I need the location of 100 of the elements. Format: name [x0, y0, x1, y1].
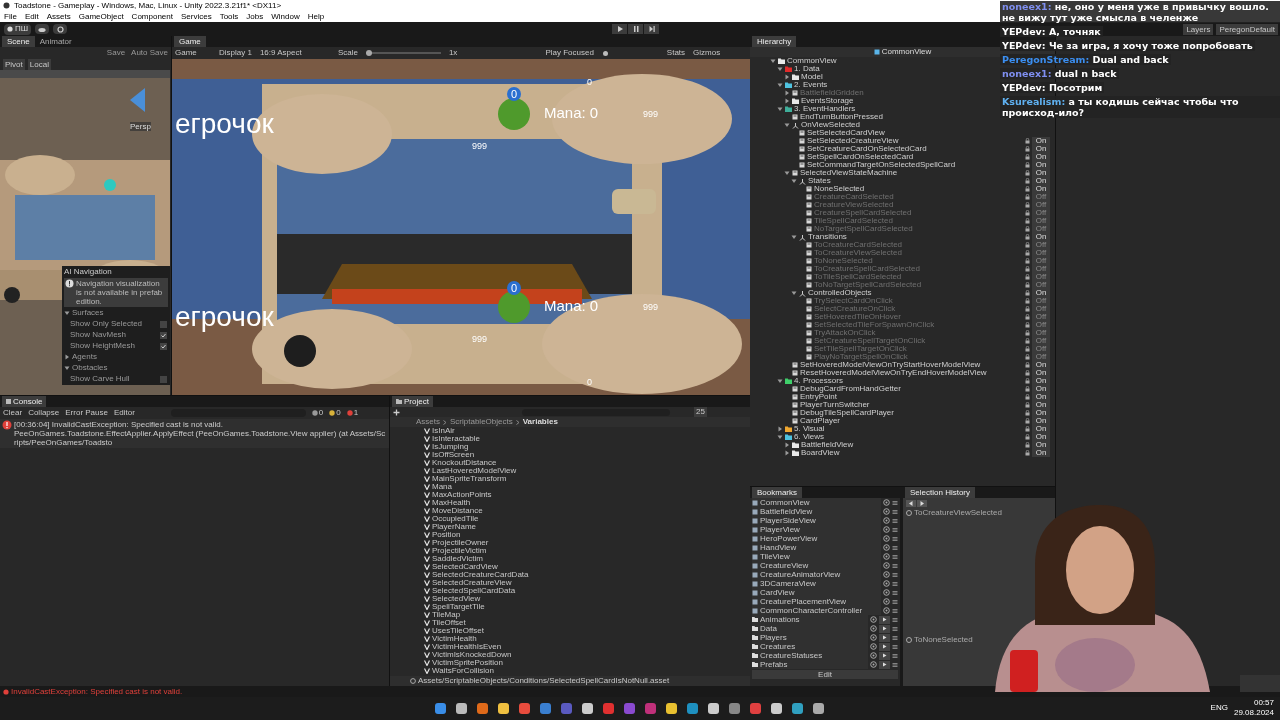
play-button[interactable] — [879, 642, 890, 651]
toggle-button[interactable]: Off — [1032, 353, 1050, 361]
slider-thumb[interactable] — [365, 50, 372, 56]
lock-icon[interactable] — [1025, 354, 1030, 360]
breadcrumb-link[interactable]: ScriptableObjects — [450, 417, 513, 427]
menu-icon[interactable] — [892, 580, 898, 587]
stats-button[interactable]: Stats — [666, 48, 686, 58]
tree-item[interactable]: PlayerTurnSwitcher — [800, 401, 870, 409]
toggle-button[interactable]: Off — [1032, 297, 1050, 305]
app-icon[interactable] — [581, 702, 594, 715]
menu-icon[interactable] — [892, 607, 898, 614]
bookmark-item[interactable]: TileView — [752, 552, 881, 561]
tree-item[interactable]: CardPlayer — [800, 417, 840, 425]
lock-icon[interactable] — [1025, 258, 1030, 264]
menu-icon[interactable] — [892, 643, 898, 650]
toggle-button[interactable]: Off — [1032, 273, 1050, 281]
lock-icon[interactable] — [1025, 394, 1030, 400]
menu-item[interactable]: Window — [271, 11, 300, 22]
lock-icon[interactable] — [1025, 274, 1030, 280]
asset-item[interactable]: LastHoveredModelView — [424, 467, 750, 475]
lock-icon[interactable] — [1025, 290, 1030, 296]
asset-item[interactable]: PlayerName — [424, 523, 750, 531]
aspect-dropdown[interactable]: 16:9 Aspect — [259, 48, 330, 58]
app-icon[interactable] — [518, 702, 531, 715]
lock-icon[interactable] — [1025, 226, 1030, 232]
tree-item[interactable]: 6. Views — [794, 433, 825, 441]
toggle-button[interactable]: On — [1032, 385, 1050, 393]
collapse-arrow-icon[interactable] — [784, 442, 790, 448]
lock-icon[interactable] — [1025, 418, 1030, 424]
menu-item[interactable]: Edit — [24, 11, 39, 22]
asset-item[interactable]: VictimHealthIsEven — [424, 643, 750, 651]
asset-item[interactable]: MaxHealth — [424, 499, 750, 507]
asset-item[interactable]: SpellTargetTile — [424, 603, 750, 611]
tree-item[interactable]: DebugTileSpellCardPlayer — [800, 409, 894, 417]
menu-item[interactable]: File — [4, 11, 17, 22]
tree-item[interactable]: Model — [801, 73, 823, 81]
asset-item[interactable]: IsOffScreen — [424, 451, 750, 459]
edit-button[interactable]: Edit — [752, 670, 898, 679]
tree-item[interactable]: SelectedViewStateMachine — [800, 169, 898, 177]
lock-icon[interactable] — [1025, 218, 1030, 224]
add-icon[interactable] — [393, 408, 400, 416]
asset-item[interactable]: MoveDistance — [424, 507, 750, 515]
lock-icon[interactable] — [1025, 202, 1030, 208]
lock-icon[interactable] — [1025, 362, 1030, 368]
toggle-button[interactable]: On — [1032, 441, 1050, 449]
asset-item[interactable]: MaxActionPoints — [424, 491, 750, 499]
toggle-button[interactable]: Off — [1032, 265, 1050, 273]
layout-dropdown[interactable]: PeregonDefault — [1216, 24, 1278, 35]
bookmark-item[interactable]: CreatureStatuses — [752, 651, 868, 660]
count-toggle[interactable]: 0 — [311, 408, 324, 418]
lock-icon[interactable] — [1025, 178, 1030, 184]
tree-item[interactable]: SetCreatureCardOnSelectedCard — [807, 145, 927, 153]
lock-icon[interactable] — [1025, 234, 1030, 240]
menu-item[interactable]: Tools — [219, 11, 239, 22]
account-dropdown[interactable]: ПШ — [4, 23, 32, 35]
tree-item[interactable]: OnViewSelected — [801, 121, 860, 129]
menu-item[interactable]: Component — [131, 11, 173, 22]
bookmark-item[interactable]: 3DCameraView — [752, 579, 881, 588]
app-icon[interactable] — [812, 702, 825, 715]
play-mode-dropdown[interactable]: Play Focused — [545, 48, 594, 58]
menu-icon[interactable] — [892, 562, 898, 569]
section-header[interactable]: Agents — [72, 352, 97, 362]
panel-tab[interactable]: Bookmarks — [752, 487, 802, 498]
bookmark-item[interactable]: PlayerSideView — [752, 516, 881, 525]
collapse-arrow-icon[interactable] — [784, 90, 790, 96]
tree-item[interactable]: SetSelectedCreatureView — [807, 137, 899, 145]
panel-tab[interactable]: Hierarchy — [752, 36, 797, 47]
tree-item[interactable]: 4. Processors — [794, 377, 843, 385]
bug-icon[interactable] — [601, 49, 609, 57]
bookmark-item[interactable]: CommonView — [752, 498, 881, 507]
checkbox[interactable] — [160, 342, 167, 350]
toggle-button[interactable]: On — [1032, 169, 1050, 177]
bookmark-item[interactable]: CreatureView — [752, 561, 881, 570]
asset-item[interactable]: ProjectileVictim — [424, 547, 750, 555]
tree-item[interactable]: 1. Data — [794, 65, 820, 73]
panel-tab[interactable]: Scene — [2, 36, 35, 47]
tree-item[interactable]: EventsStorage — [801, 97, 854, 105]
lock-icon[interactable] — [1025, 210, 1030, 216]
bookmark-item[interactable]: CommonCharacterController — [752, 606, 881, 615]
collapse-arrow-icon[interactable] — [784, 98, 790, 104]
asset-item[interactable]: KnockoutDistance — [424, 459, 750, 467]
lock-icon[interactable] — [1025, 450, 1030, 456]
play-button[interactable] — [879, 615, 890, 624]
cloud-button[interactable] — [35, 24, 50, 34]
toggle-button[interactable]: On — [1032, 449, 1050, 457]
app-icon[interactable] — [497, 702, 510, 715]
history-item[interactable]: ToNoneSelected — [906, 635, 973, 644]
asset-item[interactable]: TileOffset — [424, 619, 750, 627]
bookmark-item[interactable]: Players — [752, 633, 868, 642]
menu-icon[interactable] — [892, 571, 898, 578]
toggle-button[interactable]: Off — [1032, 321, 1050, 329]
toggle-button[interactable]: Off — [1032, 329, 1050, 337]
asset-item[interactable]: UsesTileOffset — [424, 627, 750, 635]
toggle-button[interactable]: On — [1032, 401, 1050, 409]
lock-icon[interactable] — [1025, 442, 1030, 448]
panel-tab[interactable]: Game — [174, 36, 206, 47]
toolbar-button[interactable]: Editor — [113, 408, 135, 418]
menu-icon[interactable] — [892, 517, 898, 524]
tool-dropdown[interactable]: Pivot — [3, 58, 25, 70]
expand-arrow-icon[interactable] — [777, 66, 783, 72]
